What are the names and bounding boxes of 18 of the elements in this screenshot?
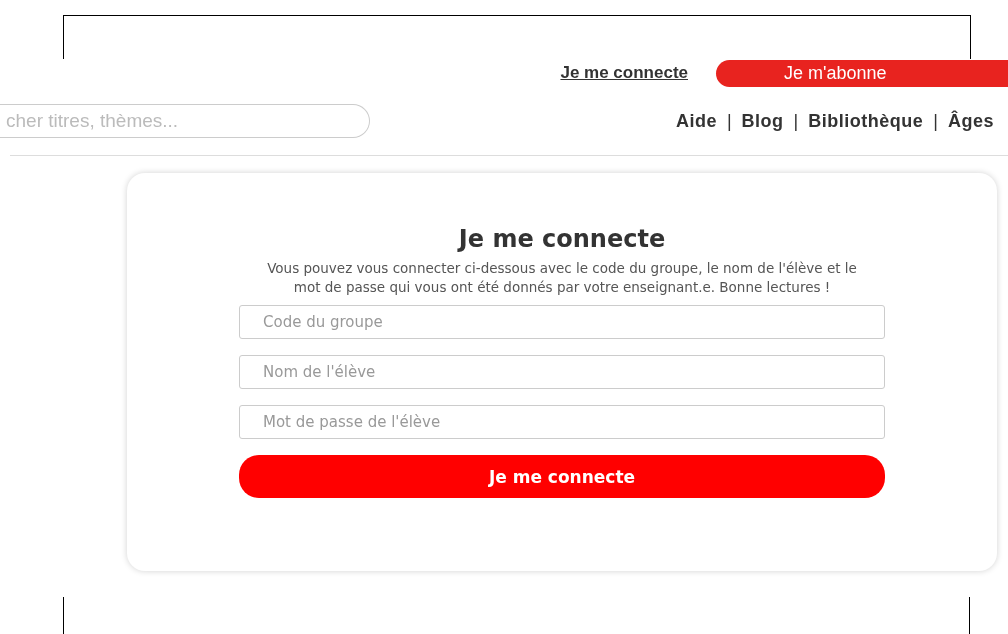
nav-link[interactable]: Blog [741,110,784,132]
frame-line [63,597,64,634]
nav-link[interactable]: Aide [675,110,717,132]
frame-line [969,597,970,634]
nav-separator: | [726,110,732,132]
input-field[interactable]: Mot de passe de l'élève [239,405,885,439]
subscribe-button[interactable]: Je m'abonne [716,59,1008,87]
nav-separator: | [793,110,799,132]
login-button[interactable]: Je me connecte [239,455,885,498]
login-link[interactable]: Je me connecte [560,63,688,83]
search-field[interactable]: cher titres, thèmes... [0,104,370,138]
input-field[interactable]: Nom de l'élève [239,355,885,389]
input-field[interactable]: Code du groupe [239,305,885,339]
card-title: Je me connecte [458,225,666,253]
nav-link[interactable]: Âges [948,110,994,132]
card-description: Vous pouvez vous connecter ci-dessous avec le code du groupe, le nom de l'élève et le mot de passe qui vous ont été donnés par votre enseignant.e. Bonne lectures ! [266,259,858,297]
nav-separator: | [933,110,938,132]
nav-link[interactable]: Bibliothèque [808,110,924,132]
